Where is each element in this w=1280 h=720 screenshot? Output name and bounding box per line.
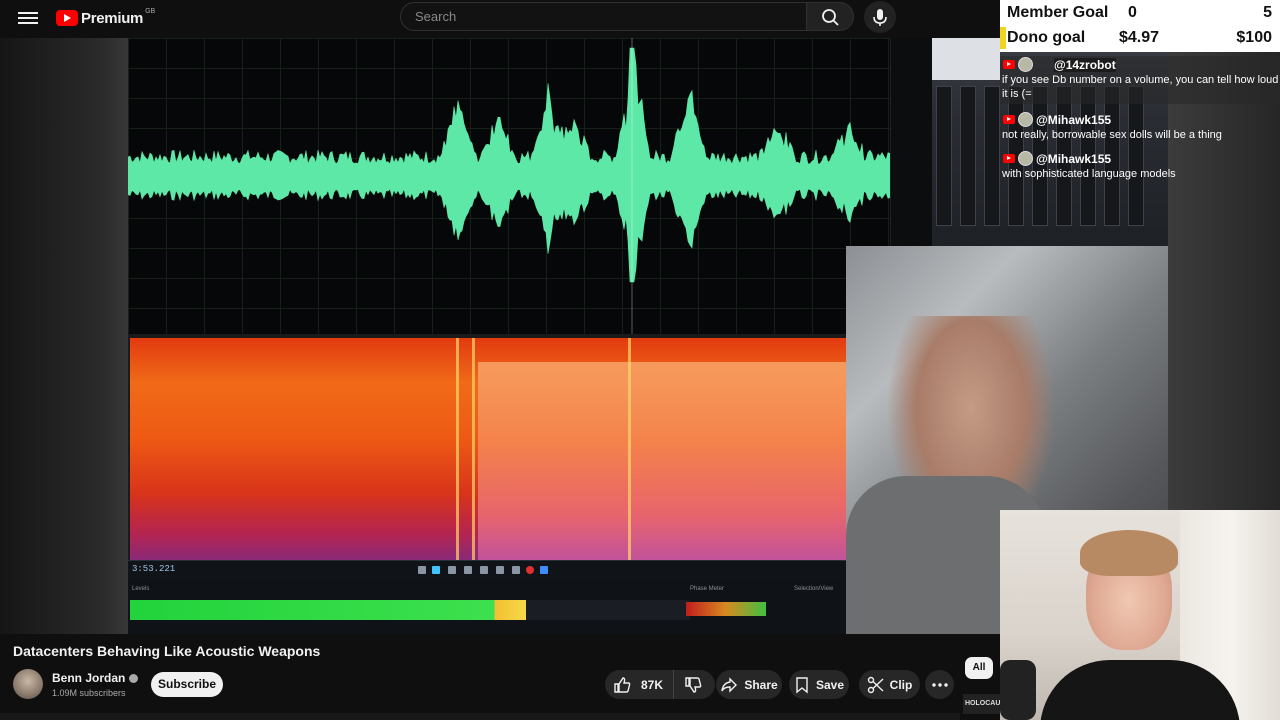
level-meter (130, 600, 690, 620)
youtube-badge-icon (1003, 115, 1015, 124)
phase-meter (686, 602, 766, 616)
level-meter-fill (130, 600, 526, 620)
save-label: Save (815, 677, 845, 692)
save-button[interactable]: Save (789, 670, 849, 699)
play-icon (432, 566, 440, 574)
chat-text: with sophisticated language models (1002, 168, 1176, 180)
loop-icon (540, 566, 548, 574)
search-input[interactable] (401, 3, 806, 30)
avatar (1018, 112, 1033, 127)
recommended-thumbnail[interactable]: HOLOCAUS (963, 694, 1000, 714)
voice-search-button[interactable] (864, 1, 896, 33)
like-dislike-group: 87K (605, 670, 715, 699)
mixer-title-window (932, 38, 1000, 80)
avatar (1018, 57, 1033, 72)
share-label: Share (744, 677, 778, 692)
timecode: 3:53.221 (132, 564, 176, 574)
chat-message: @Mihawk155 with sophisticated language m… (1000, 150, 1280, 181)
chat-text: if you see Db number on a volume, you ca… (1002, 74, 1279, 100)
mixer-channel (960, 86, 976, 226)
youtube-badge-icon (1003, 60, 1015, 69)
logo-text: Premium (81, 9, 144, 27)
pause-icon (448, 566, 456, 574)
like-button[interactable]: 87K (605, 670, 675, 699)
streamer-webcam (1000, 510, 1280, 720)
logo-region: GB (145, 7, 156, 15)
channel-name[interactable]: Benn Jordan (52, 671, 139, 685)
stop-icon (418, 566, 426, 574)
top-bar: Premium GB (0, 0, 1000, 38)
clip-button[interactable]: Clip (859, 670, 920, 699)
waveform-panel (127, 38, 891, 334)
like-count: 87K (641, 677, 664, 692)
mixer-channel (984, 86, 1000, 226)
filter-chip-all[interactable]: All (965, 657, 993, 679)
menu-icon[interactable] (18, 9, 38, 29)
more-actions-button[interactable] (925, 670, 954, 699)
clip-label: Clip (889, 677, 913, 692)
spectrogram (130, 338, 846, 560)
subscriber-count: 1.09M subscribers (52, 688, 126, 698)
subscribe-button[interactable]: Subscribe (151, 672, 223, 697)
dono-goal-row: Dono goal $4.97 $100 (1000, 25, 1280, 50)
chat-author: @Mihawk155 (1036, 151, 1112, 166)
thumbs-up-icon (614, 676, 631, 693)
spectrogram-transient (628, 338, 631, 560)
levels-label: Levels (132, 586, 150, 592)
avatar (1018, 151, 1033, 166)
skip-back-icon (464, 566, 472, 574)
microphone (1000, 660, 1036, 720)
goal-target: 5 (1263, 4, 1272, 21)
description-preview (0, 713, 960, 720)
stream-goals: Member Goal 0 5 Dono goal $4.97 $100 (1000, 0, 1280, 52)
video-left-margin (0, 38, 128, 634)
phase-meter-label: Phase Meter (690, 586, 725, 592)
avatar[interactable] (13, 669, 43, 699)
verified-icon (129, 674, 139, 684)
thumbnail-text: HOLOCAUS (965, 700, 1000, 707)
spectrogram-transient (472, 338, 475, 560)
waveform (127, 38, 891, 334)
chat-message: @Mihawk155 not really, borrowable sex do… (1000, 111, 1280, 142)
goal-name: Dono goal (1007, 29, 1086, 46)
forward-icon (496, 566, 504, 574)
youtube-badge-icon (1003, 154, 1015, 163)
thumbs-down-icon (685, 676, 702, 693)
chat-message: @14zrobot if you see Db number on a volu… (1000, 56, 1280, 104)
share-button[interactable]: Share (716, 670, 782, 699)
microphone-icon (873, 9, 887, 26)
record-icon (526, 566, 534, 574)
video-player[interactable]: 3:53.221 Levels Phase Meter Selection/Vi… (0, 38, 1168, 634)
chat-author: @14zrobot (1054, 57, 1116, 72)
member-goal-row: Member Goal 0 5 (1000, 0, 1280, 25)
video-title: Datacenters Behaving Like Acoustic Weapo… (13, 643, 321, 659)
spectrogram-transient (456, 338, 459, 560)
dislike-button[interactable] (674, 676, 702, 694)
share-icon (721, 676, 738, 693)
selection-view-label: Selection/View (794, 586, 834, 592)
chat-author: @Mihawk155 (1036, 112, 1112, 127)
youtube-premium-logo[interactable]: Premium GB (56, 7, 155, 29)
goal-current: $4.97 (1119, 29, 1160, 46)
levels-meter-panel: Levels Phase Meter Selection/View (128, 580, 848, 634)
goal-name: Member Goal (1007, 4, 1109, 21)
rewind-icon (480, 566, 488, 574)
search-icon (822, 9, 839, 26)
transport-bar: 3:53.221 (128, 560, 848, 580)
search-button[interactable] (806, 2, 854, 31)
more-horizontal-icon (931, 682, 948, 687)
goal-target: $100 (1236, 29, 1272, 46)
mixer-channel (936, 86, 952, 226)
chat-overlay: @14zrobot if you see Db number on a volu… (1000, 56, 1280, 186)
spectrogram-highlight (478, 362, 846, 560)
search-box (400, 2, 807, 31)
chat-text: not really, borrowable sex dolls will be… (1002, 129, 1222, 141)
scissors-icon (867, 676, 884, 693)
channel-name-text: Benn Jordan (52, 671, 126, 685)
streamer-hair (1080, 530, 1178, 576)
youtube-logo-icon (56, 10, 78, 26)
bookmark-icon (796, 676, 808, 693)
goal-current: 0 (1128, 4, 1137, 21)
skip-forward-icon (512, 566, 520, 574)
